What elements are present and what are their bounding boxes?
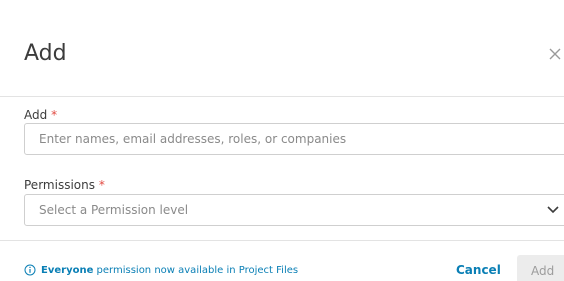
add-label-text: Add [24, 108, 48, 122]
cancel-button[interactable]: Cancel [456, 263, 501, 277]
header-divider [0, 96, 564, 97]
close-icon[interactable] [548, 46, 564, 64]
add-button[interactable]: Add [517, 255, 564, 281]
dialog-title: Add [24, 41, 67, 66]
info-icon [24, 264, 36, 276]
permission-level-select[interactable]: Select a Permission level [24, 194, 564, 226]
chevron-down-icon [547, 206, 559, 214]
permissions-field-label: Permissions * [24, 178, 105, 192]
required-mark: * [51, 108, 58, 122]
permissions-label-text: Permissions [24, 178, 95, 192]
footer-divider [0, 240, 564, 241]
info-text: permission now available in Project File… [93, 264, 299, 276]
add-input-placeholder: Enter names, email addresses, roles, or … [39, 132, 347, 146]
add-input[interactable]: Enter names, email addresses, roles, or … [24, 123, 564, 155]
everyone-permission-info[interactable]: Everyone permission now available in Pro… [24, 264, 298, 276]
permission-select-placeholder: Select a Permission level [39, 203, 189, 217]
add-dialog: Add Add * Enter names, email addresses, … [0, 0, 564, 281]
required-mark: * [98, 178, 105, 192]
add-field-label: Add * [24, 108, 57, 122]
info-bold-text: Everyone [41, 264, 94, 276]
